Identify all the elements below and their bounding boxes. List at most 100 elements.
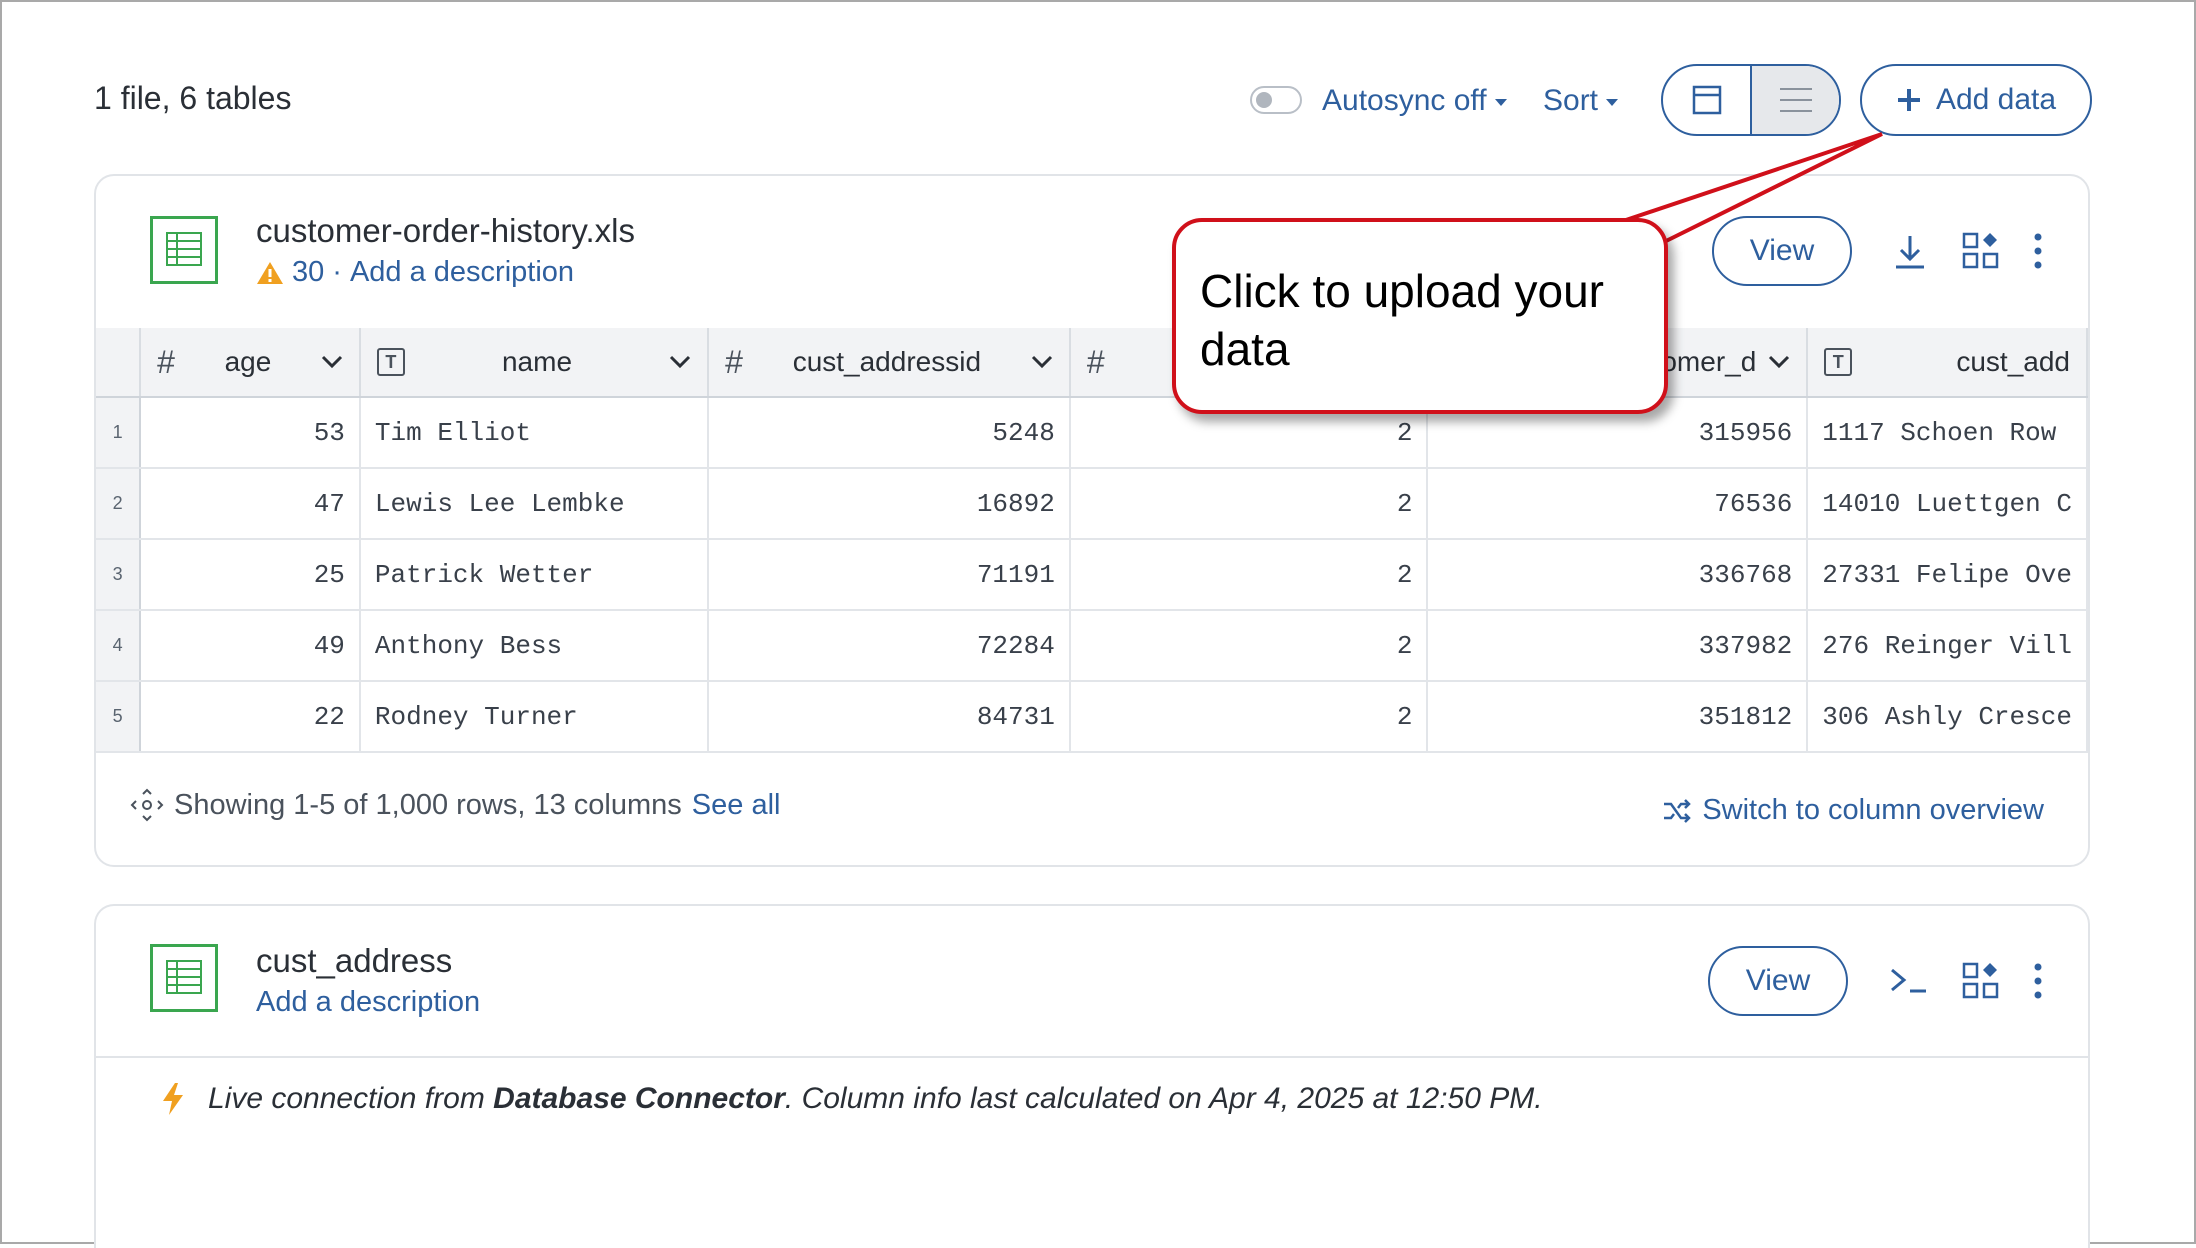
add-description-link[interactable]: Add a description bbox=[350, 256, 574, 289]
cell-address: 14010 Luettgen C bbox=[1807, 468, 2088, 540]
cell-col4: 2 bbox=[1069, 468, 1429, 540]
chevron-down-icon[interactable] bbox=[669, 355, 691, 369]
warning-count[interactable]: 30 bbox=[292, 256, 324, 289]
plus-icon bbox=[1897, 89, 1920, 111]
table-header-row: # age Tname # cust_addressid # omer_d Tcus… bbox=[96, 328, 2088, 398]
upload-hint-callout: Click to upload your data bbox=[1172, 218, 1668, 414]
files-summary: 1 file, 6 tables bbox=[94, 80, 292, 116]
column-name: cust_addressid bbox=[792, 346, 982, 377]
table-subtitle: 30 · Add a description bbox=[256, 256, 574, 289]
toggle-knob bbox=[1256, 92, 1272, 108]
column-name: cust_add bbox=[1956, 346, 2070, 377]
cell-age: 22 bbox=[140, 681, 361, 753]
table-row: 4 49 Anthony Bess 72284 2 337982 276 Rei… bbox=[96, 610, 2088, 682]
cell-age: 25 bbox=[140, 539, 361, 611]
column-header-age[interactable]: # age bbox=[140, 328, 361, 398]
cell-addressid: 16892 bbox=[708, 468, 1071, 540]
cell-name: Rodney Turner bbox=[359, 681, 710, 753]
cell-age: 47 bbox=[140, 468, 361, 540]
view-button[interactable]: View bbox=[1708, 946, 1848, 1016]
cell-addressid: 84731 bbox=[708, 681, 1071, 753]
cell-col4: 2 bbox=[1069, 539, 1429, 611]
add-data-label: Add data bbox=[1935, 83, 2057, 116]
more-options-icon[interactable] bbox=[2032, 962, 2044, 1000]
add-description-link[interactable]: Add a description bbox=[256, 986, 480, 1019]
chevron-down-icon[interactable] bbox=[1768, 355, 1790, 369]
text-type-icon: T bbox=[376, 348, 405, 376]
cell-name: Tim Elliot bbox=[359, 397, 710, 469]
add-widget-icon[interactable] bbox=[1962, 962, 2000, 1000]
numeric-type-icon: # bbox=[1086, 343, 1105, 380]
list-view-button[interactable] bbox=[1750, 66, 1839, 134]
lightning-icon bbox=[163, 1083, 183, 1115]
terminal-icon[interactable] bbox=[1888, 964, 1928, 996]
table-row: 2 47 Lewis Lee Lembke 16892 2 76536 1401… bbox=[96, 468, 2088, 540]
column-name: name bbox=[501, 346, 573, 377]
cell-name: Lewis Lee Lembke bbox=[359, 468, 710, 540]
text-type-icon: T bbox=[1824, 348, 1853, 376]
shuffle-icon bbox=[1664, 798, 1692, 823]
table-card-customer-order-history: customer-order-history.xls 30 · Add a de… bbox=[94, 174, 2090, 867]
cell-col5: 337982 bbox=[1427, 610, 1809, 682]
cell-col5: 351812 bbox=[1427, 681, 1809, 753]
cell-addressid: 72284 bbox=[708, 610, 1071, 682]
callout-line-1: Click to upload your bbox=[1200, 265, 1604, 317]
showing-rows-text: Showing 1-5 of 1,000 rows, 13 columns bbox=[174, 788, 682, 821]
spreadsheet-icon bbox=[150, 944, 218, 1012]
table-row: 5 22 Rodney Turner 84731 2 351812 306 As… bbox=[96, 681, 2088, 753]
chevron-down-icon[interactable] bbox=[321, 355, 343, 369]
row-index: 5 bbox=[96, 681, 142, 753]
cell-name: Patrick Wetter bbox=[359, 539, 710, 611]
caret-down-icon bbox=[1494, 98, 1507, 106]
live-connection-info: Live connection from Database Connector.… bbox=[160, 1082, 1543, 1116]
row-index: 4 bbox=[96, 610, 142, 682]
cell-addressid: 71191 bbox=[708, 539, 1071, 611]
row-index-header bbox=[96, 328, 142, 398]
live-source: Database Connector bbox=[493, 1082, 785, 1115]
card-view-button[interactable] bbox=[1663, 66, 1750, 134]
callout-line-2: data bbox=[1200, 323, 1290, 375]
switch-label: Switch to column overview bbox=[1702, 794, 2044, 826]
cell-addressid: 5248 bbox=[708, 397, 1071, 469]
table-footer-summary: Showing 1-5 of 1,000 rows, 13 columns Se… bbox=[130, 788, 780, 822]
more-options-icon[interactable] bbox=[2032, 232, 2044, 270]
row-index: 2 bbox=[96, 468, 142, 540]
cell-address: 27331 Felipe Ove bbox=[1807, 539, 2088, 611]
column-header-name[interactable]: Tname bbox=[359, 328, 710, 398]
sort-dropdown[interactable]: Sort bbox=[1543, 84, 1619, 118]
column-name: age bbox=[224, 346, 272, 377]
row-index: 1 bbox=[96, 397, 142, 469]
cell-age: 49 bbox=[140, 610, 361, 682]
numeric-type-icon: # bbox=[157, 343, 175, 380]
chevron-down-icon[interactable] bbox=[1031, 355, 1053, 369]
table-row: 3 25 Patrick Wetter 71191 2 336768 27331… bbox=[96, 539, 2088, 611]
list-view-icon bbox=[1779, 88, 1812, 112]
cell-name: Anthony Bess bbox=[359, 610, 710, 682]
cell-col5: 76536 bbox=[1427, 468, 1809, 540]
view-label: View bbox=[1749, 234, 1815, 267]
switch-to-column-overview-link[interactable]: Switch to column overview bbox=[1662, 794, 2044, 827]
see-all-link[interactable]: See all bbox=[692, 789, 781, 822]
row-index: 3 bbox=[96, 539, 142, 611]
column-header-cust-address[interactable]: Tcust_add bbox=[1807, 328, 2088, 398]
card-view-icon bbox=[1692, 85, 1721, 115]
cell-address: 276 Reinger Vill bbox=[1807, 610, 2088, 682]
download-icon[interactable] bbox=[1892, 232, 1928, 272]
autosync-toggle[interactable] bbox=[1250, 86, 1302, 114]
table-title: customer-order-history.xls bbox=[256, 212, 635, 249]
sort-label: Sort bbox=[1543, 84, 1599, 117]
table-title: cust_address bbox=[256, 942, 453, 979]
add-widget-icon[interactable] bbox=[1962, 232, 2000, 270]
card-divider bbox=[96, 1056, 2088, 1058]
live-prefix: Live connection from bbox=[208, 1082, 485, 1115]
data-preview-table: # age Tname # cust_addressid # omer_d Tcus… bbox=[96, 328, 2088, 753]
add-data-button[interactable]: Add data bbox=[1860, 64, 2092, 136]
cell-col4: 2 bbox=[1069, 610, 1429, 682]
autosync-dropdown[interactable]: Autosync off bbox=[1322, 84, 1507, 118]
view-label: View bbox=[1745, 964, 1811, 997]
column-header-cust-addressid[interactable]: # cust_addressid bbox=[708, 328, 1071, 398]
move-arrows-icon bbox=[130, 788, 164, 822]
cell-address: 306 Ashly Cresce bbox=[1807, 681, 2088, 753]
view-button[interactable]: View bbox=[1712, 216, 1852, 286]
live-suffix: . Column info last calculated on Apr 4, … bbox=[784, 1082, 1543, 1115]
